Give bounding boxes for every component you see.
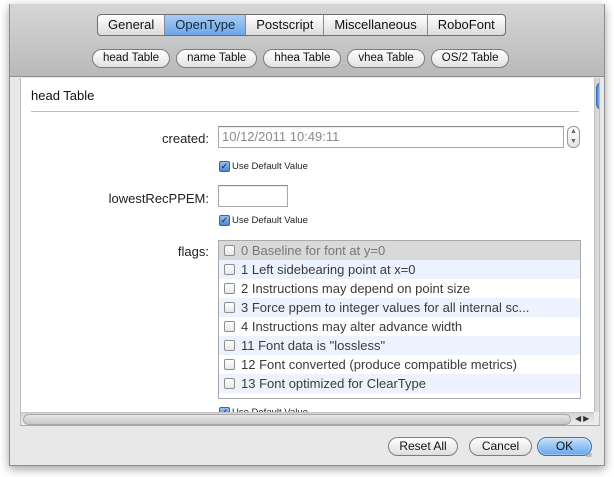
horizontal-scroll-thumb[interactable] xyxy=(23,414,571,425)
flag-3-checkbox[interactable] xyxy=(224,302,235,313)
created-use-default-label: Use Default Value xyxy=(232,161,308,172)
flag-label: 2 Instructions may depend on point size xyxy=(241,281,471,296)
created-use-default[interactable]: ✓ Use Default Value xyxy=(219,161,308,172)
arrow-up-icon[interactable]: ▲ xyxy=(568,127,579,137)
font-info-window: General OpenType Postscript Miscellaneou… xyxy=(9,4,605,466)
list-item[interactable]: 1 Left sidebearing point at x=0 xyxy=(219,260,580,279)
toolbar: General OpenType Postscript Miscellaneou… xyxy=(10,4,604,77)
flag-11-checkbox[interactable] xyxy=(224,340,235,351)
vertical-scrollbar[interactable] xyxy=(594,78,599,412)
flag-label: 3 Force ppem to integer values for all i… xyxy=(241,300,530,315)
subtab-name-table[interactable]: name Table xyxy=(176,49,258,68)
tab-general[interactable]: General xyxy=(98,15,166,35)
flag-label: 13 Font optimized for ClearType xyxy=(241,376,426,391)
lowestrecppem-field[interactable] xyxy=(218,185,288,207)
flag-label: 1 Left sidebearing point at x=0 xyxy=(241,262,416,277)
list-item[interactable]: 0 Baseline for font at y=0 xyxy=(219,241,580,260)
arrow-right-icon[interactable]: ▶ xyxy=(583,414,591,423)
flag-4-checkbox[interactable] xyxy=(224,321,235,332)
list-item[interactable]: 4 Instructions may alter advance width xyxy=(219,317,580,336)
created-label: created: xyxy=(162,131,209,146)
checkmark-icon[interactable]: ✓ xyxy=(219,161,230,172)
created-field[interactable]: 10/12/2011 10:49:11 xyxy=(218,126,564,148)
tab-postscript[interactable]: Postscript xyxy=(246,15,325,35)
list-item[interactable]: 3 Force ppem to integer values for all i… xyxy=(219,298,580,317)
ok-button[interactable]: OK xyxy=(537,437,592,456)
section-title: head Table xyxy=(31,88,95,103)
list-item[interactable]: 2 Instructions may depend on point size xyxy=(219,279,580,298)
flag-12-checkbox[interactable] xyxy=(224,359,235,370)
checkmark-icon[interactable]: ✓ xyxy=(219,215,230,226)
scroll-content: head Table created: 10/12/2011 10:49:11 … xyxy=(20,78,600,426)
flag-13-checkbox[interactable] xyxy=(224,378,235,389)
vertical-scroll-thumb[interactable] xyxy=(596,82,599,110)
lowestrecppem-use-default-label: Use Default Value xyxy=(232,215,308,226)
list-item[interactable]: 12 Font converted (produce compatible me… xyxy=(219,355,580,374)
lowestrecppem-use-default[interactable]: ✓ Use Default Value xyxy=(219,215,308,226)
subtab-hhea-table[interactable]: hhea Table xyxy=(263,49,342,68)
tab-miscellaneous[interactable]: Miscellaneous xyxy=(324,15,428,35)
lowestrecppem-label: lowestRecPPEM: xyxy=(108,191,209,206)
flag-1-checkbox[interactable] xyxy=(224,264,235,275)
list-item[interactable]: 11 Font data is "lossless" xyxy=(219,336,580,355)
vertical-scroll-arrows[interactable]: ▲ ▼ xyxy=(594,388,599,412)
arrow-down-icon[interactable]: ▼ xyxy=(568,137,579,147)
flag-label: 12 Font converted (produce compatible me… xyxy=(241,357,518,372)
flag-2-checkbox[interactable] xyxy=(224,283,235,294)
arrow-down-icon[interactable]: ▼ xyxy=(595,399,599,410)
arrow-left-icon[interactable]: ◀ xyxy=(575,414,583,423)
subtab-os2-table[interactable]: OS/2 Table xyxy=(430,49,510,68)
resize-grip-icon[interactable]: ≐ xyxy=(585,451,593,460)
horizontal-scrollbar[interactable]: ◀▶ xyxy=(21,412,594,425)
list-item[interactable]: 13 Font optimized for ClearType xyxy=(219,374,580,393)
flags-label: flags: xyxy=(177,244,209,259)
arrow-up-icon[interactable]: ▲ xyxy=(595,388,599,399)
subtab-vhea-table[interactable]: vhea Table xyxy=(347,49,425,68)
flags-list: 0 Baseline for font at y=0 1 Left sidebe… xyxy=(218,240,581,399)
flag-label: 4 Instructions may alter advance width xyxy=(241,319,463,334)
main-tab-bar: General OpenType Postscript Miscellaneou… xyxy=(97,14,506,36)
flag-label: 0 Baseline for font at y=0 xyxy=(241,243,386,258)
tab-opentype[interactable]: OpenType xyxy=(165,15,247,35)
subtab-head-table[interactable]: head Table xyxy=(92,49,171,68)
section-divider xyxy=(31,111,579,112)
flag-label: 11 Font data is "lossless" xyxy=(241,338,386,353)
horizontal-scroll-arrows[interactable]: ◀▶ xyxy=(575,413,591,425)
created-stepper[interactable]: ▲ ▼ xyxy=(567,126,580,148)
cancel-button[interactable]: Cancel xyxy=(469,437,532,456)
flag-0-checkbox[interactable] xyxy=(224,245,235,256)
reset-all-button[interactable]: Reset All xyxy=(388,437,458,456)
table-subtab-bar: head Table name Table hhea Table vhea Ta… xyxy=(92,49,510,68)
scroll-corner xyxy=(594,412,599,425)
tab-robofont[interactable]: RoboFont xyxy=(428,15,505,35)
